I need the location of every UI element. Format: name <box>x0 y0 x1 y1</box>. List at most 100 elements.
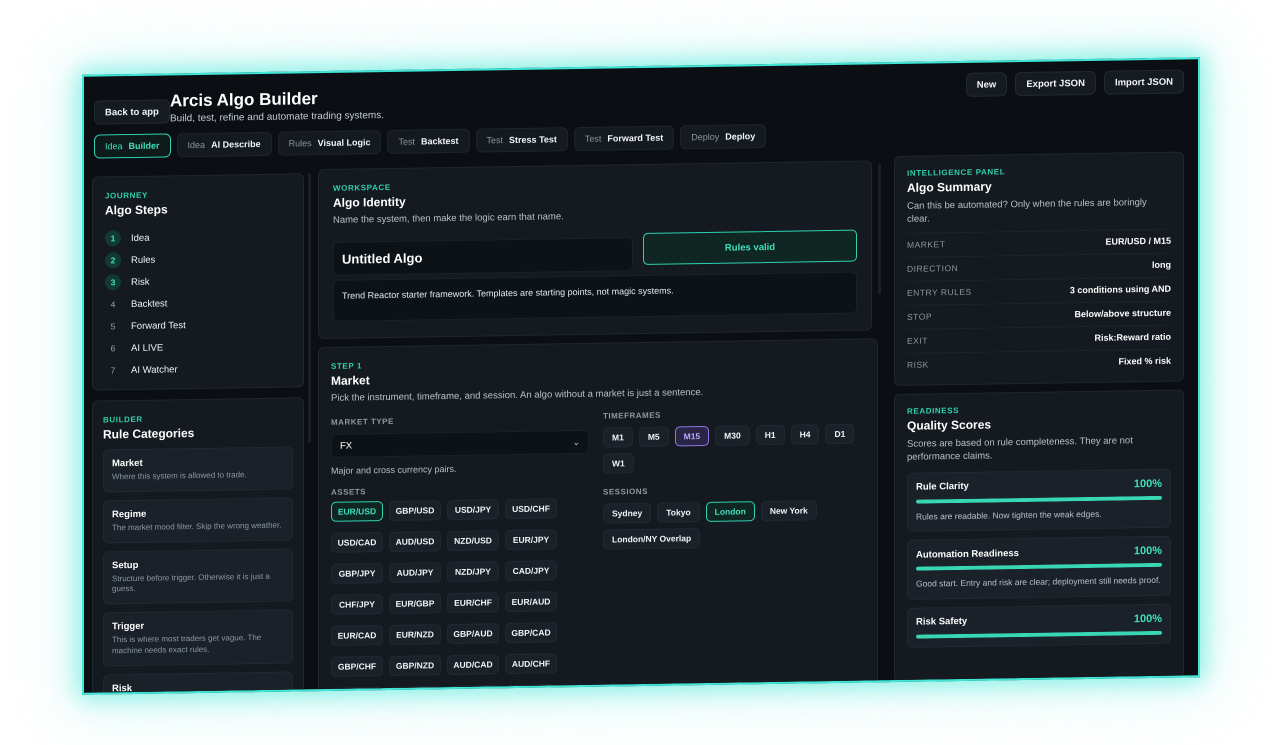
timeframe-chip-m1[interactable]: M1 <box>603 427 633 448</box>
asset-chip-cad-jpy[interactable]: CAD/JPY <box>505 560 557 582</box>
category-desc: This is where most traders get vague. Th… <box>112 633 262 656</box>
step-rules[interactable]: 2 Rules <box>105 246 291 271</box>
asset-chip-nzd-jpy[interactable]: NZD/JPY <box>447 561 499 583</box>
tab-test-stress-test[interactable]: Test Stress Test <box>475 127 568 153</box>
new-button[interactable]: New <box>965 72 1008 97</box>
asset-chip-cad-chf[interactable]: CAD/CHF <box>505 684 557 695</box>
builder-eyebrow: BUILDER <box>103 414 143 425</box>
page-subtitle: Build, test, refine and automate trading… <box>170 110 384 125</box>
asset-chip-nzd-usd[interactable]: NZD/USD <box>447 530 499 552</box>
asset-chip-eur-nzd[interactable]: EUR/NZD <box>389 624 441 645</box>
tab-kind: Idea <box>105 141 123 152</box>
asset-chip-gbp-usd[interactable]: GBP/USD <box>389 500 441 521</box>
timeframe-chip-h4[interactable]: H4 <box>790 424 820 445</box>
tab-kind: Test <box>584 133 602 144</box>
category-risk[interactable]: Risk <box>103 671 293 695</box>
asset-chip-nzd-chf[interactable]: NZD/CHF <box>447 685 499 695</box>
market-panel: STEP 1 Market Pick the instrument, timef… <box>318 338 878 695</box>
asset-chip-chf-jpy[interactable]: CHF/JPY <box>331 594 383 615</box>
step-list: 1 Idea 2 Rules 3 Risk 4 Backtest 5 Forward Te… <box>105 224 291 381</box>
tab-idea-builder[interactable]: Idea Builder <box>94 133 171 159</box>
step-number: 6 <box>110 343 116 354</box>
journey-title: Algo Steps <box>105 202 168 218</box>
asset-chip-eur-cad[interactable]: EUR/CAD <box>331 625 383 646</box>
tab-rules-visual-logic[interactable]: Rules Visual Logic <box>277 130 382 156</box>
market-type-hint: Major and cross currency pairs. <box>331 463 457 476</box>
tab-idea-ai-describe[interactable]: Idea AI Describe <box>176 131 272 158</box>
category-market[interactable]: Market Where this system is allowed to tr… <box>103 446 293 493</box>
timeframe-chip-m30[interactable]: M30 <box>715 425 750 446</box>
step-backtest[interactable]: 4 Backtest <box>105 290 291 315</box>
score-risk-safety: Risk Safety 100% <box>907 603 1171 648</box>
import-json-button[interactable]: Import JSON <box>1103 69 1184 95</box>
summary-key: EXIT <box>907 335 928 346</box>
asset-chip-aud-usd[interactable]: AUD/USD <box>389 531 441 552</box>
tab-deploy[interactable]: Deploy Deploy <box>680 124 767 150</box>
category-name: Setup <box>112 559 139 571</box>
category-desc: Structure before trigger. Otherwise it i… <box>112 571 270 594</box>
quality-hint: Scores are based on rule completeness. T… <box>907 435 1133 464</box>
score-bar-fill <box>916 562 1162 571</box>
score-percent: 100% <box>1133 612 1162 625</box>
asset-chip-gbp-nzd[interactable]: GBP/NZD <box>389 655 441 676</box>
score-name: Automation Readiness <box>916 547 1019 561</box>
tab-kind: Test <box>486 135 504 146</box>
algo-name-input[interactable] <box>333 237 633 276</box>
step-label: AI Watcher <box>131 363 178 376</box>
algo-description-field[interactable]: Trend Reactor starter framework. Templat… <box>333 271 857 322</box>
score-bar <box>916 562 1162 571</box>
step-number: 5 <box>110 321 116 332</box>
summary-key: STOP <box>907 311 932 322</box>
score-bar-fill <box>916 630 1162 639</box>
timeframe-chip-m5[interactable]: M5 <box>638 426 669 448</box>
asset-chip-usd-cad[interactable]: USD/CAD <box>331 532 383 553</box>
step-ai-live[interactable]: 6 AI LIVE <box>105 334 291 359</box>
step-idea[interactable]: 1 Idea <box>105 224 291 249</box>
asset-chip-eur-jpy[interactable]: EUR/JPY <box>505 529 557 551</box>
scrollbar-left[interactable] <box>308 173 311 444</box>
session-chip-sydney[interactable]: Sydney <box>603 502 652 524</box>
asset-chip-eur-chf[interactable]: EUR/CHF <box>447 592 499 614</box>
market-type-select[interactable]: FX ⌄ <box>331 429 589 458</box>
step-risk[interactable]: 3 Risk <box>105 268 291 293</box>
asset-chip-usd-jpy[interactable]: USD/JPY <box>447 499 499 521</box>
asset-chip-gbp-jpy[interactable]: GBP/JPY <box>331 563 383 584</box>
header-actions: New Export JSON Import JSON <box>965 69 1184 97</box>
timeframe-chip-m15[interactable]: M15 <box>674 425 710 447</box>
category-setup[interactable]: Setup Structure before trigger. Otherwise… <box>103 548 293 605</box>
stage: Back to app Arcis Algo Builder Build, te… <box>0 0 1276 745</box>
step-forward-test[interactable]: 5 Forward Test <box>105 312 291 337</box>
session-chip-london-ny-overlap[interactable]: London/NY Overlap <box>603 528 701 550</box>
tab-test-backtest[interactable]: Test Backtest <box>387 128 470 154</box>
tab-bar: Idea Builder Idea AI Describe Rules Visual … <box>94 124 767 159</box>
asset-chip-gbp-cad[interactable]: GBP/CAD <box>505 622 557 644</box>
scrollbar-middle[interactable] <box>878 164 881 295</box>
asset-chip-eur-gbp[interactable]: EUR/GBP <box>389 593 441 614</box>
summary-panel: INTELLIGENCE PANEL Algo Summary Can this… <box>894 151 1184 387</box>
timeframe-chip-h1[interactable]: H1 <box>755 424 785 446</box>
session-chip-new-york[interactable]: New York <box>760 500 817 522</box>
tab-kind: Rules <box>288 138 312 149</box>
category-trigger[interactable]: Trigger This is where most traders get va… <box>103 609 293 667</box>
asset-chip-aud-chf[interactable]: AUD/CHF <box>505 653 557 675</box>
tab-test-forward-test[interactable]: Test Forward Test <box>573 125 675 152</box>
page-title: Arcis Algo Builder <box>170 89 318 111</box>
step-ai-watcher[interactable]: 7 AI Watcher <box>105 356 291 381</box>
session-chip-tokyo[interactable]: Tokyo <box>657 502 700 523</box>
asset-chip-aud-jpy[interactable]: AUD/JPY <box>389 562 441 583</box>
asset-chip-gbp-aud[interactable]: GBP/AUD <box>447 623 499 645</box>
asset-chip-gbp-chf[interactable]: GBP/CHF <box>331 656 383 677</box>
back-to-app-button[interactable]: Back to app <box>94 99 170 125</box>
export-json-button[interactable]: Export JSON <box>1015 70 1096 97</box>
asset-chip-eur-aud[interactable]: EUR/AUD <box>505 591 557 613</box>
category-regime[interactable]: Regime The market mood filter. Skip the w… <box>103 497 293 544</box>
asset-chip-aud-cad[interactable]: AUD/CAD <box>447 654 499 676</box>
asset-chip-usd-chf[interactable]: USD/CHF <box>505 498 557 520</box>
asset-chip-nzd-cad[interactable]: NZD/CAD <box>389 686 441 695</box>
asset-chip-eur-usd[interactable]: EUR/USD <box>331 501 383 522</box>
session-chip-london[interactable]: London <box>705 501 755 522</box>
timeframe-chip-d1[interactable]: D1 <box>825 423 855 445</box>
step-number: 4 <box>110 299 116 310</box>
timeframe-chip-w1[interactable]: W1 <box>603 453 634 474</box>
asset-chip-aud-nzd[interactable]: AUD/NZD <box>331 687 383 695</box>
